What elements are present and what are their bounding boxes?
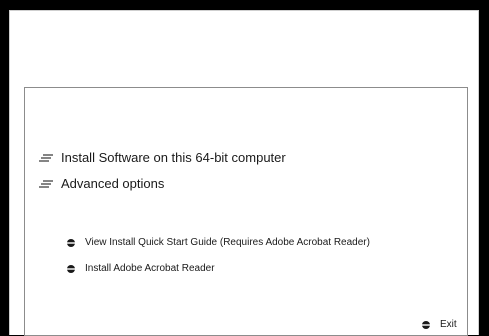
- quick-start-guide-label: View Install Quick Start Guide (Requires…: [85, 237, 370, 248]
- bullet-icon: [67, 238, 75, 247]
- advanced-options-label: Advanced options: [61, 176, 165, 191]
- installer-window: Install Software on this 64-bit computer…: [9, 10, 479, 336]
- exit-label: Exit: [440, 319, 457, 330]
- install-software-label: Install Software on this 64-bit computer: [61, 150, 286, 165]
- install-acrobat-link[interactable]: Install Adobe Acrobat Reader: [66, 263, 215, 274]
- advanced-options-option[interactable]: Advanced options: [39, 176, 164, 191]
- install-acrobat-label: Install Adobe Acrobat Reader: [85, 263, 215, 274]
- lines-icon: [39, 153, 53, 162]
- install-software-option[interactable]: Install Software on this 64-bit computer: [39, 150, 286, 165]
- bullet-icon: [67, 264, 75, 273]
- options-panel: Install Software on this 64-bit computer…: [24, 87, 468, 336]
- quick-start-guide-link[interactable]: View Install Quick Start Guide (Requires…: [66, 237, 370, 248]
- exit-button[interactable]: Exit: [421, 319, 457, 330]
- bullet-icon: [422, 320, 430, 329]
- lines-icon: [39, 179, 53, 188]
